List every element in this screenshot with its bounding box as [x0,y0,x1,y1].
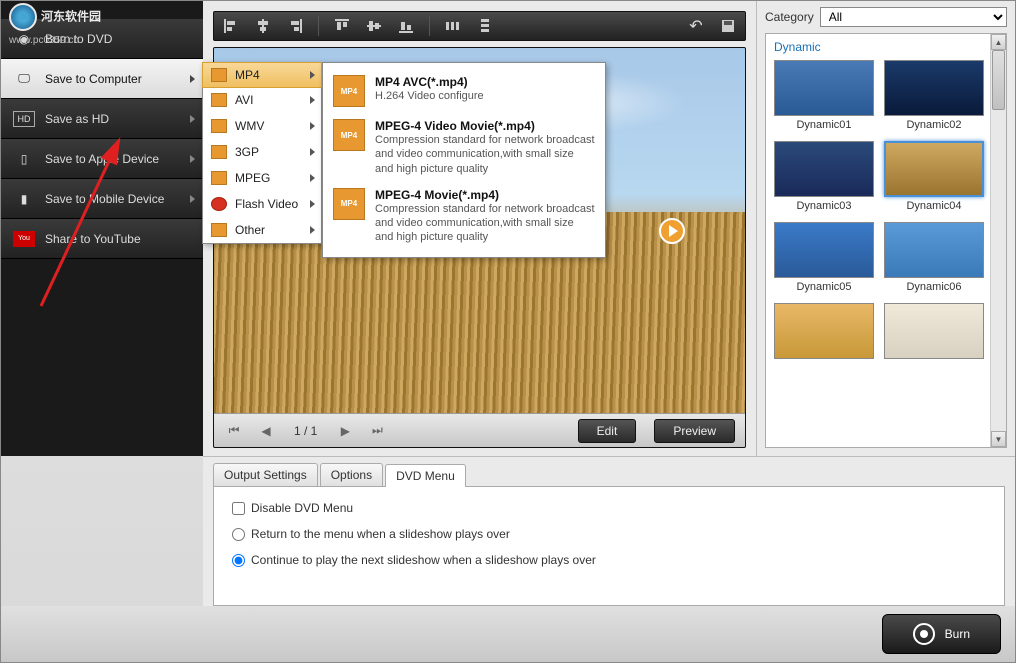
format-avi[interactable]: AVI [203,87,321,113]
chevron-right-icon [310,96,315,104]
film-icon [211,223,227,237]
theme-scrollbar[interactable]: ▲ ▼ [990,34,1006,447]
watermark: 河东软件园 www.pc0359.cn [9,3,101,46]
theme-panel: Category All Dynamic Dynamic01 Dynamic02… [756,1,1015,456]
film-icon [211,68,227,82]
format-submenu: MP4 AVI WMV 3GP MPEG Flash Video Other [202,62,322,244]
hd-icon: HD [13,111,35,127]
youtube-icon: You [13,231,35,247]
theme-item[interactable]: Dynamic01 [774,60,874,131]
distribute-v-icon[interactable] [476,17,494,35]
codec-mpeg4-video[interactable]: MP4 MPEG-4 Video Movie(*.mp4)Compression… [323,113,605,182]
theme-item[interactable] [884,303,984,362]
mobile-icon: ▮ [13,191,35,207]
format-flash[interactable]: Flash Video [203,191,321,217]
sidebar-save-apple[interactable]: ▯ Save to Apple Device [1,139,203,179]
chevron-right-icon [310,226,315,234]
mp4-file-icon: MP4 [333,188,365,220]
continue-play-radio[interactable] [232,554,245,567]
next-page-icon[interactable]: ▶ [335,421,355,441]
save-icon[interactable] [719,17,737,35]
theme-item[interactable]: Dynamic06 [884,222,984,293]
preview-button[interactable]: Preview [654,419,735,443]
tab-dvd-menu[interactable]: DVD Menu [385,464,466,487]
monitor-icon: 🖵 [13,71,35,87]
format-wmv[interactable]: WMV [203,113,321,139]
tab-content: Disable DVD Menu Return to the menu when… [213,486,1005,606]
mp4-file-icon: MP4 [333,75,365,107]
category-label: Category [765,10,814,24]
format-mpeg[interactable]: MPEG [203,165,321,191]
film-icon [211,171,227,185]
align-right-icon[interactable] [286,17,304,35]
scroll-thumb[interactable] [992,50,1005,110]
film-icon [211,119,227,133]
film-icon [211,93,227,107]
align-top-icon[interactable] [333,17,351,35]
chevron-right-icon [310,174,315,182]
sidebar: 河东软件园 www.pc0359.cn ◉ Burn to DVD 🖵 Save… [1,1,203,456]
align-left-icon[interactable] [222,17,240,35]
footer: Burn [1,606,1015,662]
chevron-right-icon [310,122,315,130]
align-center-h-icon[interactable] [254,17,272,35]
bottom-panel: Output Settings Options DVD Menu Disable… [203,456,1015,606]
sidebar-save-hd[interactable]: HD Save as HD [1,99,203,139]
burn-button[interactable]: Burn [882,614,1001,654]
align-bottom-icon[interactable] [397,17,415,35]
codec-submenu: MP4 MP4 AVC(*.mp4)H.264 Video configure … [322,62,606,258]
format-mp4[interactable]: MP4 [202,62,322,88]
chevron-right-icon [310,200,315,208]
chevron-right-icon [190,75,195,83]
scroll-down-icon[interactable]: ▼ [991,431,1006,447]
theme-group-header: Dynamic [766,34,1006,60]
burn-icon [913,623,935,645]
chevron-right-icon [190,155,195,163]
theme-list: Dynamic Dynamic01 Dynamic02 Dynamic03 Dy… [765,33,1007,448]
mp4-file-icon: MP4 [333,119,365,151]
disable-dvd-menu-checkbox[interactable] [232,502,245,515]
format-3gp[interactable]: 3GP [203,139,321,165]
theme-item[interactable]: Dynamic03 [774,141,874,212]
pager-bar: ⏮ ◀ 1 / 1 ▶ ⏭ Edit Preview [214,413,745,447]
phone-icon: ▯ [13,151,35,167]
distribute-h-icon[interactable] [444,17,462,35]
last-page-icon[interactable]: ⏭ [367,421,387,441]
page-indicator: 1 / 1 [294,424,317,438]
film-icon [211,145,227,159]
tab-options[interactable]: Options [320,463,383,486]
theme-item[interactable]: Dynamic02 [884,60,984,131]
return-to-menu-radio[interactable] [232,528,245,541]
codec-mpeg4-movie[interactable]: MP4 MPEG-4 Movie(*.mp4)Compression stand… [323,182,605,251]
sidebar-save-computer[interactable]: 🖵 Save to Computer [1,59,203,99]
chevron-right-icon [310,71,315,79]
align-toolbar: ↶ [213,11,746,41]
theme-item[interactable]: Dynamic05 [774,222,874,293]
align-middle-icon[interactable] [365,17,383,35]
theme-item[interactable]: Dynamic04 [884,141,984,212]
sidebar-save-mobile[interactable]: ▮ Save to Mobile Device [1,179,203,219]
format-other[interactable]: Other [203,217,321,243]
chevron-right-icon [190,195,195,203]
theme-item[interactable] [774,303,874,362]
category-select[interactable]: All [820,7,1007,27]
undo-icon[interactable]: ↶ [687,17,705,35]
prev-page-icon[interactable]: ◀ [256,421,276,441]
tab-output-settings[interactable]: Output Settings [213,463,318,486]
play-button-icon[interactable] [659,218,685,244]
scroll-up-icon[interactable]: ▲ [991,34,1006,50]
first-page-icon[interactable]: ⏮ [224,421,244,441]
chevron-right-icon [310,148,315,156]
sidebar-share-youtube[interactable]: You Share to YouTube [1,219,203,259]
edit-button[interactable]: Edit [578,419,637,443]
chevron-right-icon [190,115,195,123]
flash-icon [211,197,227,211]
codec-mp4-avc[interactable]: MP4 MP4 AVC(*.mp4)H.264 Video configure [323,69,605,113]
